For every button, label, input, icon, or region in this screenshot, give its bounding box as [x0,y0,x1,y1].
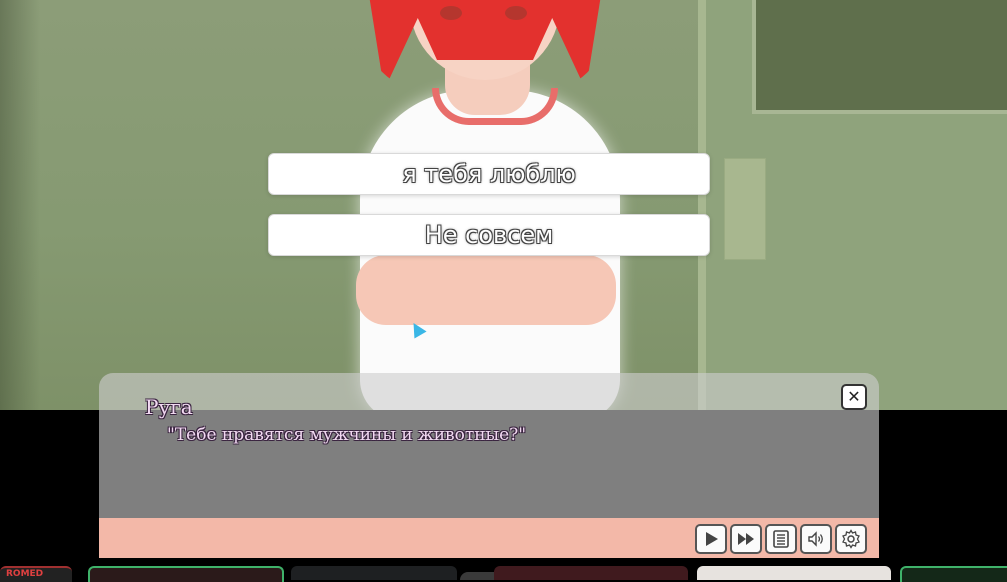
dialogue-box[interactable]: Руга "Тебе нравятся мужчины и животные?"… [99,373,879,518]
close-icon: ✕ [847,387,861,406]
dialogue-control-bar [99,518,879,558]
play-icon [706,532,718,546]
window-thumbnail[interactable] [88,566,284,582]
window [752,0,1007,114]
window-thumbnail-strip: ROMED [0,558,1007,582]
log-button[interactable] [765,524,797,554]
settings-button[interactable] [835,524,867,554]
fast-forward-icon [738,533,754,545]
character-eye-right [505,6,527,20]
window-thumbnail[interactable] [900,566,1007,582]
voice-button[interactable] [800,524,832,554]
choice-button-love[interactable]: я тебя люблю [268,153,710,195]
door-frame-edge [698,0,706,410]
log-icon [773,530,789,548]
sound-icon [808,531,823,547]
door-handle [724,158,766,260]
wall-shadow [0,0,40,410]
choice-button-not-really[interactable]: Не совсем [268,214,710,256]
dialogue-text: "Тебе нравятся мужчины и животные?" [167,425,527,445]
speaker-name: Руга [145,395,193,419]
window-thumbnail[interactable]: ROMED [0,566,72,582]
character-eye-left [440,6,462,20]
character-arms [356,255,616,325]
auto-play-button[interactable] [695,524,727,554]
close-dialogue-button[interactable]: ✕ [841,384,867,410]
character-collar [432,88,558,125]
skip-button[interactable] [730,524,762,554]
game-scene [0,0,1007,410]
gear-icon [842,529,860,549]
